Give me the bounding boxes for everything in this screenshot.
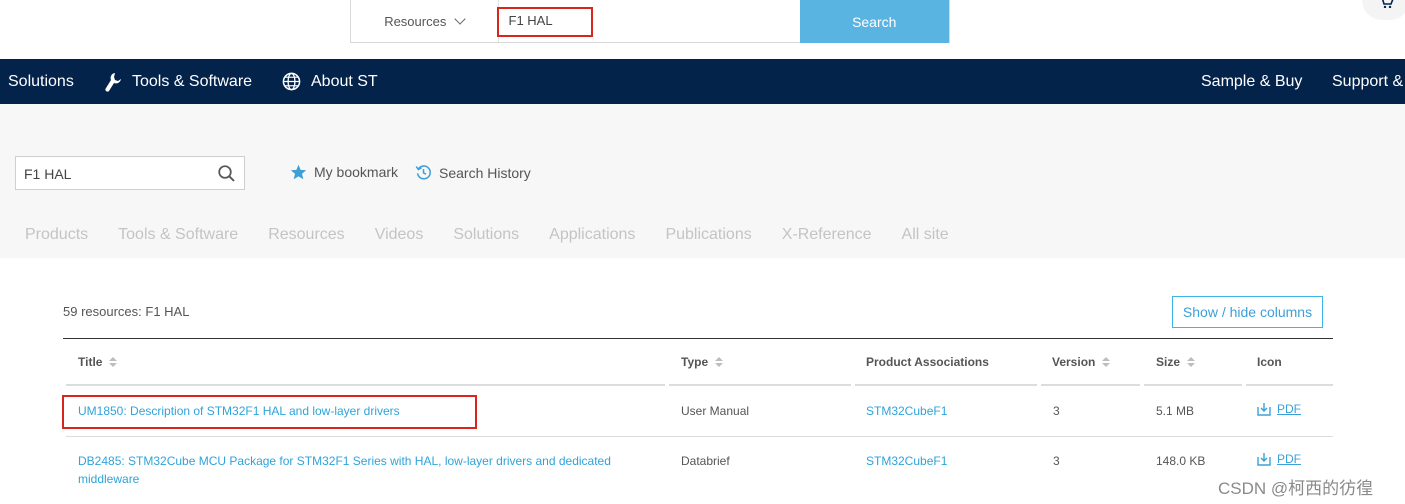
highlight-box [496, 7, 593, 37]
tab-publications[interactable]: Publications [665, 226, 751, 244]
column-label: Type [681, 355, 709, 369]
sort-icon [1102, 357, 1111, 367]
history-label: Search History [439, 164, 531, 181]
search-button[interactable]: Search [799, 0, 949, 43]
nav-support[interactable]: Support & [1332, 59, 1403, 104]
show-hide-columns-button[interactable]: Show / hide columns [1172, 296, 1323, 328]
pdf-label: PDF [1277, 402, 1301, 416]
my-bookmark-link[interactable]: My bookmark [290, 164, 398, 180]
sort-icon [715, 357, 724, 367]
scope-label: Resources [384, 13, 447, 29]
header-underline [1041, 384, 1140, 386]
column-label: Product Associations [866, 355, 989, 369]
top-search-input[interactable]: F1 HAL [496, 0, 800, 42]
highlight-box [62, 395, 477, 429]
cart-button[interactable] [1362, 0, 1405, 20]
download-icon [1257, 403, 1271, 416]
search-icon[interactable] [218, 165, 235, 182]
chevron-down-icon [454, 13, 466, 25]
star-icon [290, 164, 307, 180]
top-bar: Resources F1 HAL Search [0, 0, 1405, 59]
history-icon [415, 165, 431, 180]
tab-tools-software[interactable]: Tools & Software [118, 226, 238, 244]
results-count: 59 resources: F1 HAL [63, 304, 190, 319]
search-panel: F1 HAL My bookmark Search History Produc… [0, 104, 1405, 258]
row-product-link[interactable]: STM32CubeF1 [866, 454, 947, 468]
column-label: Version [1052, 355, 1096, 369]
search-history-link[interactable]: Search History [415, 164, 531, 181]
wrench-icon [105, 72, 121, 92]
header-underline [66, 384, 665, 386]
row-size: 5.1 MB [1156, 404, 1195, 418]
row-title-link[interactable]: DB2485: STM32Cube MCU Package for STM32F… [78, 452, 638, 488]
watermark: CSDN @柯西的彷徨 [1218, 479, 1374, 498]
nav-label: Tools & Software [132, 72, 253, 90]
search-input-value: F1 HAL [24, 166, 72, 182]
tab-x-reference[interactable]: X-Reference [782, 226, 872, 244]
tab-solutions[interactable]: Solutions [453, 226, 519, 244]
column-header-product-associations: Product Associations [866, 355, 989, 369]
nav-label: Solutions [8, 72, 74, 90]
row-product-link[interactable]: STM32CubeF1 [866, 404, 947, 418]
pdf-download-link[interactable]: PDF [1257, 452, 1301, 466]
nav-label: About ST [311, 72, 378, 90]
tab-all-site[interactable]: All site [902, 226, 949, 244]
row-divider [66, 436, 1333, 437]
column-header-type[interactable]: Type [681, 355, 724, 369]
main-nav: Solutions Tools & Software About ST Samp… [0, 59, 1405, 104]
nav-label: Support & [1332, 72, 1404, 90]
sort-icon [109, 357, 118, 367]
cart-icon [1382, 0, 1394, 8]
column-label: Size [1156, 355, 1181, 369]
column-header-icon: Icon [1257, 355, 1282, 369]
header-underline [669, 384, 851, 386]
tab-resources[interactable]: Resources [268, 226, 344, 244]
bookmark-label: My bookmark [314, 164, 399, 180]
nav-about-st[interactable]: About ST [282, 59, 378, 104]
tab-applications[interactable]: Applications [549, 226, 635, 244]
download-icon [1257, 453, 1271, 466]
column-header-title[interactable]: Title [78, 355, 118, 369]
row-type: Databrief [681, 454, 730, 468]
top-search-bar: Resources F1 HAL Search [350, 0, 950, 43]
table-top-rule [63, 338, 1333, 339]
row-type: User Manual [681, 404, 750, 418]
nav-label: Sample & Buy [1201, 72, 1303, 90]
nav-solutions[interactable]: Solutions [8, 59, 74, 104]
column-label: Icon [1257, 355, 1282, 369]
column-label: Title [78, 355, 103, 369]
pdf-download-link[interactable]: PDF [1257, 402, 1301, 416]
column-header-version[interactable]: Version [1052, 355, 1111, 369]
row-version: 3 [1053, 454, 1060, 468]
header-underline [855, 384, 1037, 386]
header-underline [1246, 384, 1333, 386]
row-size: 148.0 KB [1156, 454, 1206, 468]
sort-icon [1187, 357, 1196, 367]
row-version: 3 [1053, 404, 1060, 418]
globe-icon [282, 72, 301, 91]
nav-tools-software[interactable]: Tools & Software [104, 59, 252, 104]
column-header-size[interactable]: Size [1156, 355, 1196, 369]
tab-videos[interactable]: Videos [375, 226, 424, 244]
nav-sample-buy[interactable]: Sample & Buy [1201, 59, 1302, 104]
tab-products[interactable]: Products [25, 226, 88, 244]
search-scope-tabs: Products Tools & Software Resources Vide… [25, 226, 949, 244]
scope-dropdown[interactable]: Resources [351, 0, 499, 42]
header-underline [1144, 384, 1242, 386]
pdf-label: PDF [1277, 452, 1301, 466]
search-input[interactable]: F1 HAL [15, 156, 245, 190]
